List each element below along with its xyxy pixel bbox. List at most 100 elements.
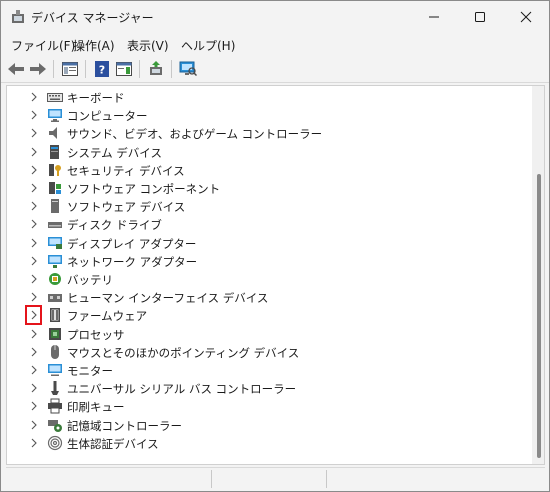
chevron-right-icon <box>31 365 37 375</box>
expand-chevron[interactable] <box>26 161 42 179</box>
expand-chevron[interactable] <box>26 143 42 161</box>
tree-item[interactable]: マウスとそのほかのポインティング デバイス <box>7 343 531 361</box>
window-title: デバイス マネージャー <box>31 11 154 25</box>
tree-item[interactable]: バッテリ <box>7 270 531 288</box>
keyboard-icon <box>47 93 63 102</box>
expand-chevron[interactable] <box>26 197 42 215</box>
toolbar-separator <box>171 60 172 78</box>
toolbar-separator <box>53 60 54 78</box>
minimize-button[interactable] <box>411 1 457 33</box>
scan-hardware-button[interactable] <box>177 59 199 79</box>
expand-chevron[interactable] <box>26 252 42 270</box>
tree-item-label: バッテリ <box>67 273 113 287</box>
chevron-right-icon <box>31 129 37 138</box>
biometric-icon <box>47 435 63 450</box>
svg-text:?: ? <box>99 64 105 77</box>
tree-item[interactable]: キーボード <box>7 88 531 106</box>
tree-item-label: キーボード <box>67 91 125 105</box>
tree-item[interactable]: ネットワーク アダプター <box>7 252 531 270</box>
chevron-right-icon <box>31 220 37 229</box>
software-device-icon <box>51 199 59 214</box>
expand-chevron[interactable] <box>25 305 42 326</box>
system-device-icon <box>50 144 59 159</box>
tree-item[interactable]: ディスプレイ アダプター <box>7 234 531 252</box>
tree-item[interactable]: モニター <box>7 361 531 379</box>
expand-chevron[interactable] <box>26 234 42 252</box>
tree-item-label: コンピューター <box>67 109 148 124</box>
tree-item[interactable]: サウンド、ビデオ、およびゲーム コントローラー <box>7 124 531 142</box>
monitor-icon <box>48 364 62 376</box>
chevron-right-icon <box>31 92 37 102</box>
tree-item[interactable]: ソフトウェア デバイス <box>7 197 531 215</box>
expand-chevron[interactable] <box>26 106 42 124</box>
update-driver-icon <box>150 61 162 75</box>
expand-chevron[interactable] <box>26 361 42 379</box>
maximize-button[interactable] <box>457 1 503 33</box>
tree-item-label: ディスプレイ アダプター <box>67 236 197 251</box>
action-pane-button[interactable] <box>113 59 135 79</box>
tree-item[interactable]: ソフトウェア コンポーネント <box>7 179 531 197</box>
help-icon: ? <box>95 61 109 77</box>
tree-item[interactable]: プロセッサ <box>7 325 531 343</box>
mouse-icon <box>51 344 59 359</box>
tree-item[interactable]: ディスク ドライブ <box>7 215 531 233</box>
tree-item[interactable]: コンピューター <box>7 106 531 124</box>
chevron-right-icon <box>31 402 37 411</box>
expand-chevron[interactable] <box>26 434 42 452</box>
tree-item[interactable]: 生体認証デバイス <box>7 434 531 452</box>
show-hide-console-tree-icon <box>62 62 78 76</box>
vertical-scrollbar[interactable] <box>532 86 544 464</box>
tree-item-label: 印刷キュー <box>67 400 125 415</box>
chevron-right-icon <box>31 311 37 320</box>
expand-chevron[interactable] <box>26 379 42 397</box>
vertical-scrollbar-thumb[interactable] <box>537 174 541 458</box>
expand-chevron[interactable] <box>26 215 42 233</box>
tree-item[interactable]: 記憶域コントローラー <box>7 416 531 434</box>
expand-chevron[interactable] <box>26 343 42 361</box>
title-bar[interactable]: デバイス マネージャー <box>1 1 549 33</box>
toolbar: ? <box>1 55 549 83</box>
console-tree-button[interactable] <box>59 59 81 79</box>
help-button[interactable]: ? <box>91 59 113 79</box>
forward-button[interactable] <box>27 59 49 79</box>
expand-chevron[interactable] <box>26 397 42 415</box>
tree-item[interactable]: セキュリティ デバイス <box>7 161 531 179</box>
tree-item[interactable]: 印刷キュー <box>7 397 531 415</box>
disk-drive-icon <box>48 222 62 229</box>
tree-item[interactable]: ユニバーサル シリアル バス コントローラー <box>7 379 531 397</box>
update-driver-button[interactable] <box>145 59 167 79</box>
menu-help[interactable]: ヘルプ(H) <box>181 37 235 54</box>
chevron-right-icon <box>31 420 37 429</box>
expand-chevron[interactable] <box>26 325 42 343</box>
tree-item-label: ネットワーク アダプター <box>67 254 198 269</box>
tree-item[interactable]: ヒューマン インターフェイス デバイス <box>7 288 531 306</box>
expand-chevron[interactable] <box>26 270 42 288</box>
expand-chevron[interactable] <box>26 124 42 142</box>
expand-chevron[interactable] <box>26 288 42 306</box>
device-tree[interactable]: キーボードコンピューター サウンド、ビデオ、およびゲーム コントローラーシステム … <box>6 85 545 465</box>
menu-file[interactable]: ファイル(F) <box>11 37 75 54</box>
expand-chevron[interactable] <box>26 179 42 197</box>
network-adapter-icon <box>48 254 62 268</box>
chevron-right-icon <box>31 110 37 120</box>
tree-item-label: システム デバイス <box>67 145 162 160</box>
chevron-right-icon <box>31 165 37 175</box>
menu-action[interactable]: 操作(A) <box>73 37 115 54</box>
tree-item[interactable]: システム デバイス <box>7 143 531 161</box>
expand-chevron[interactable] <box>26 88 42 106</box>
menu-view[interactable]: 表示(V) <box>127 37 169 54</box>
status-bar <box>6 467 545 489</box>
close-button[interactable] <box>503 1 549 33</box>
expand-chevron[interactable] <box>26 416 42 434</box>
chevron-right-icon <box>31 347 37 357</box>
back-button[interactable] <box>5 59 27 79</box>
tree-item-label: マウスとそのほかのポインティング デバイス <box>67 345 300 360</box>
chevron-right-icon <box>31 183 37 193</box>
speaker-icon <box>49 127 57 140</box>
tree-item[interactable]: ファームウェア <box>7 305 531 326</box>
chevron-right-icon <box>31 383 37 393</box>
chevron-right-icon <box>31 274 37 284</box>
tree-item-label: 生体認証デバイス <box>67 436 159 451</box>
tree-item-label: モニター <box>67 364 113 378</box>
back-arrow-icon <box>8 63 24 75</box>
